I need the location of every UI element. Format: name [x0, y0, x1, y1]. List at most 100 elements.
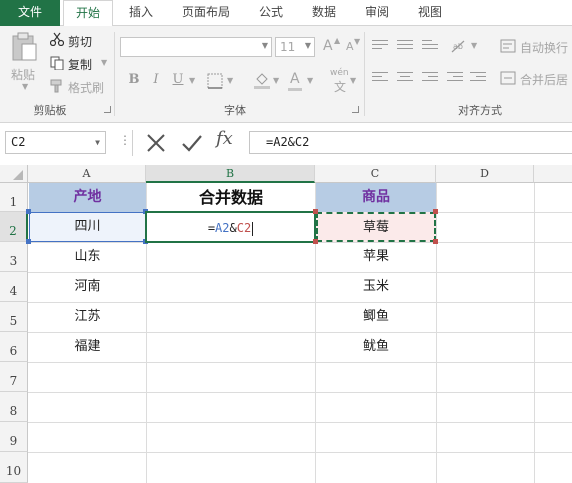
cell-a6[interactable]: 福建 [29, 332, 146, 362]
row-header-2[interactable]: 2 [0, 212, 28, 242]
row-header-4[interactable]: 4 [0, 272, 28, 302]
font-color-button[interactable]: A [290, 71, 300, 87]
tab-view[interactable]: 视图 [405, 0, 455, 26]
underline-button[interactable]: U [170, 72, 186, 88]
cell-a4[interactable]: 河南 [29, 272, 146, 302]
row-header-9[interactable]: 9 [0, 422, 28, 452]
format-painter-button[interactable]: 格式刷 [68, 79, 104, 96]
merge-center-button[interactable]: 合并后居 [520, 71, 568, 88]
underline-dropdown-arrow[interactable]: ▼ [189, 76, 195, 85]
paste-button[interactable]: 粘贴 [11, 66, 35, 83]
cell-a3[interactable]: 山东 [29, 242, 146, 272]
row-header-7[interactable]: 7 [0, 362, 28, 392]
tab-page-layout[interactable]: 页面布局 [172, 0, 240, 26]
format-painter-icon[interactable] [50, 79, 64, 93]
tab-review[interactable]: 审阅 [352, 0, 402, 26]
tab-data[interactable]: 数据 [299, 0, 349, 26]
formula-input[interactable]: =A2&C2 [249, 131, 572, 154]
borders-dropdown-arrow[interactable]: ▼ [227, 76, 233, 85]
cell-c5[interactable]: 鲫鱼 [316, 302, 436, 332]
decrease-indent-icon[interactable] [447, 72, 463, 84]
cell-c1[interactable]: 商品 [316, 183, 436, 212]
orientation-icon[interactable]: ab [450, 38, 470, 54]
paste-icon[interactable] [10, 32, 38, 62]
merge-center-icon[interactable] [500, 71, 516, 85]
phonetic-dropdown-arrow[interactable]: ▼ [350, 76, 356, 85]
tab-formulas[interactable]: 公式 [246, 0, 296, 26]
scissors-icon[interactable] [50, 32, 64, 46]
gridline [28, 422, 572, 423]
row-header-8[interactable]: 8 [0, 392, 28, 422]
increase-indent-icon[interactable] [470, 72, 486, 84]
bold-button[interactable]: B [126, 72, 142, 88]
align-center-icon[interactable] [397, 72, 413, 84]
font-color-swatch [288, 88, 302, 91]
borders-icon[interactable] [207, 73, 223, 89]
cell-c6[interactable]: 鱿鱼 [316, 332, 436, 362]
cancel-icon[interactable] [144, 131, 168, 155]
font-size-combobox[interactable]: 11 ▼ [275, 37, 315, 57]
tab-home[interactable]: 开始 [63, 0, 113, 27]
italic-button[interactable]: I [148, 72, 164, 88]
fill-color-icon[interactable] [253, 71, 271, 89]
cell-b1[interactable]: 合并数据 [147, 183, 315, 212]
svg-text:ab: ab [453, 42, 463, 51]
align-middle-icon[interactable] [397, 40, 413, 52]
paste-dropdown-arrow[interactable]: ▼ [22, 82, 28, 91]
cell-c2[interactable]: 草莓 [316, 212, 436, 242]
tab-insert[interactable]: 插入 [116, 0, 166, 26]
reference-handle[interactable] [26, 209, 31, 214]
insert-function-button[interactable]: fx [216, 128, 233, 149]
gridline [436, 183, 437, 483]
cell-a5[interactable]: 江苏 [29, 302, 146, 332]
row-header-6[interactable]: 6 [0, 332, 28, 362]
column-header-d[interactable]: D [436, 165, 534, 183]
column-header-c[interactable]: C [315, 165, 436, 183]
clipboard-launcher-icon[interactable] [104, 106, 111, 113]
font-group-label: 字体 [224, 104, 246, 117]
cell-a2[interactable]: 四川 [29, 212, 146, 242]
orientation-dropdown-arrow[interactable]: ▼ [471, 41, 477, 50]
name-box[interactable]: C2 ▼ [5, 131, 106, 154]
cell-a1[interactable]: 产地 [29, 183, 146, 212]
column-header-a[interactable]: A [28, 165, 146, 183]
chevron-down-icon: ▼ [261, 41, 268, 50]
font-color-dropdown-arrow[interactable]: ▼ [307, 76, 313, 85]
column-header-e[interactable] [534, 165, 572, 183]
align-top-icon[interactable] [372, 40, 388, 52]
row-header-10[interactable]: 10 [0, 452, 28, 483]
edit-ampersand: & [229, 221, 237, 235]
copy-button[interactable]: 复制 [68, 56, 92, 73]
font-name-combobox[interactable]: ▼ [120, 37, 272, 57]
fill-color-dropdown-arrow[interactable]: ▼ [273, 76, 279, 85]
row-header-5[interactable]: 5 [0, 302, 28, 332]
column-header-b[interactable]: B [146, 165, 315, 183]
row-header-1[interactable]: 1 [0, 183, 28, 212]
wrap-text-button[interactable]: 自动换行 [520, 39, 568, 56]
grow-font-button[interactable]: A [323, 38, 333, 54]
text-cursor [252, 221, 254, 236]
cut-button[interactable]: 剪切 [68, 33, 92, 50]
copy-dropdown-arrow[interactable]: ▼ [101, 58, 107, 67]
font-launcher-icon[interactable] [352, 106, 359, 113]
formula-bar-divider [132, 130, 133, 156]
gridline [534, 183, 535, 483]
wrap-text-icon[interactable] [500, 39, 516, 53]
reference-handle[interactable] [313, 209, 318, 214]
align-left-icon[interactable] [372, 72, 388, 84]
shrink-font-button[interactable]: A [346, 40, 354, 53]
enter-check-icon[interactable] [180, 131, 204, 155]
tab-file[interactable]: 文件 [0, 0, 60, 26]
formula-bar-grip-icon[interactable]: ⋮ [119, 133, 131, 147]
cell-c4[interactable]: 玉米 [316, 272, 436, 302]
reference-handle[interactable] [433, 209, 438, 214]
edit-ref-c2: C2 [236, 221, 252, 235]
row-header-3[interactable]: 3 [0, 242, 28, 272]
copy-icon[interactable] [50, 56, 64, 70]
chevron-down-icon[interactable]: ▼ [95, 132, 100, 153]
align-right-icon[interactable] [422, 72, 438, 84]
cell-b2-editing[interactable]: =A2&C2 [145, 211, 316, 243]
cell-c3[interactable]: 苹果 [316, 242, 436, 272]
phonetic-guide-button[interactable]: 文 [334, 78, 346, 95]
align-bottom-icon[interactable] [422, 40, 438, 52]
